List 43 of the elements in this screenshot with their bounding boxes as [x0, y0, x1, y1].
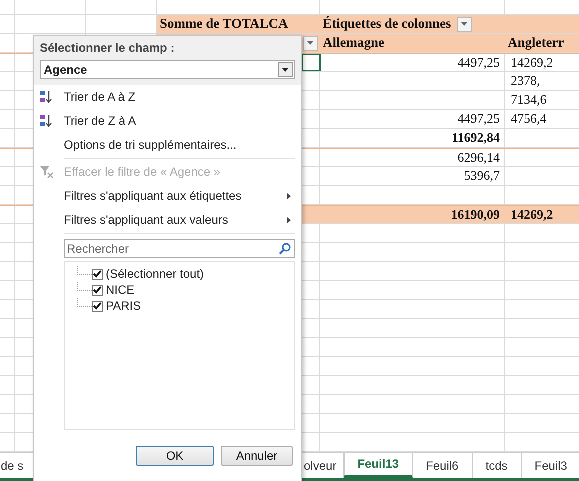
table-cell: 14269,2: [511, 206, 554, 222]
checkbox[interactable]: [92, 268, 103, 280]
menu-item[interactable]: Filtres s'appliquant aux étiquettes: [34, 184, 301, 208]
ok-button[interactable]: OK: [136, 446, 214, 466]
table-cell: 16190,09: [451, 206, 500, 222]
table-cell: 7134,6: [511, 92, 547, 108]
menu-item[interactable]: Trier de A à Z: [34, 85, 301, 109]
field-select[interactable]: Agence: [40, 60, 295, 79]
table-cell: 4497,25: [458, 111, 500, 127]
clear-filter-icon: [40, 165, 54, 179]
search-field[interactable]: Rechercher: [64, 239, 295, 258]
table-cell: 4756,4: [511, 111, 547, 127]
column-labels-header: Étiquettes de colonnes: [322, 16, 452, 32]
caret-icon: [307, 41, 314, 45]
search-icon: [279, 243, 291, 255]
submenu-arrow-icon: [287, 216, 291, 224]
caret-icon: [282, 68, 289, 72]
checkbox[interactable]: [92, 284, 103, 296]
column-header: Allemagne: [320, 34, 505, 52]
checkbox[interactable]: [92, 300, 103, 312]
cancel-button[interactable]: Annuler: [221, 446, 293, 466]
column-filter-button[interactable]: [457, 16, 472, 32]
table-cell: 5396,7: [464, 168, 500, 184]
table-cell: 6296,14: [458, 150, 500, 166]
table-cell: 2378,: [511, 73, 540, 89]
value-label: (Sélectionner tout): [106, 267, 204, 281]
sort-icon: [40, 90, 54, 104]
sheet-tab[interactable]: Feuil13: [344, 453, 414, 478]
row-filter-button[interactable]: [303, 36, 318, 50]
table-cell: 14269,2: [511, 54, 554, 70]
menu-item[interactable]: Filtres s'appliquant aux valeurs: [34, 208, 301, 232]
field-label: Sélectionner le champ :: [40, 41, 176, 55]
menu-item[interactable]: Options de tri supplémentaires...: [34, 133, 301, 157]
value-label: NICE: [106, 283, 135, 297]
column-header: Angleterr: [505, 34, 579, 52]
menu-item[interactable]: Trier de Z à A: [34, 109, 301, 133]
submenu-arrow-icon: [287, 192, 291, 200]
sort-icon: [40, 114, 54, 128]
table-cell: 4497,25: [458, 54, 500, 70]
caret-icon: [461, 22, 468, 26]
value-label: PARIS: [106, 299, 142, 313]
table-cell: 11692,84: [452, 130, 500, 146]
value-field-header: Somme de TOTALCA: [157, 15, 320, 33]
